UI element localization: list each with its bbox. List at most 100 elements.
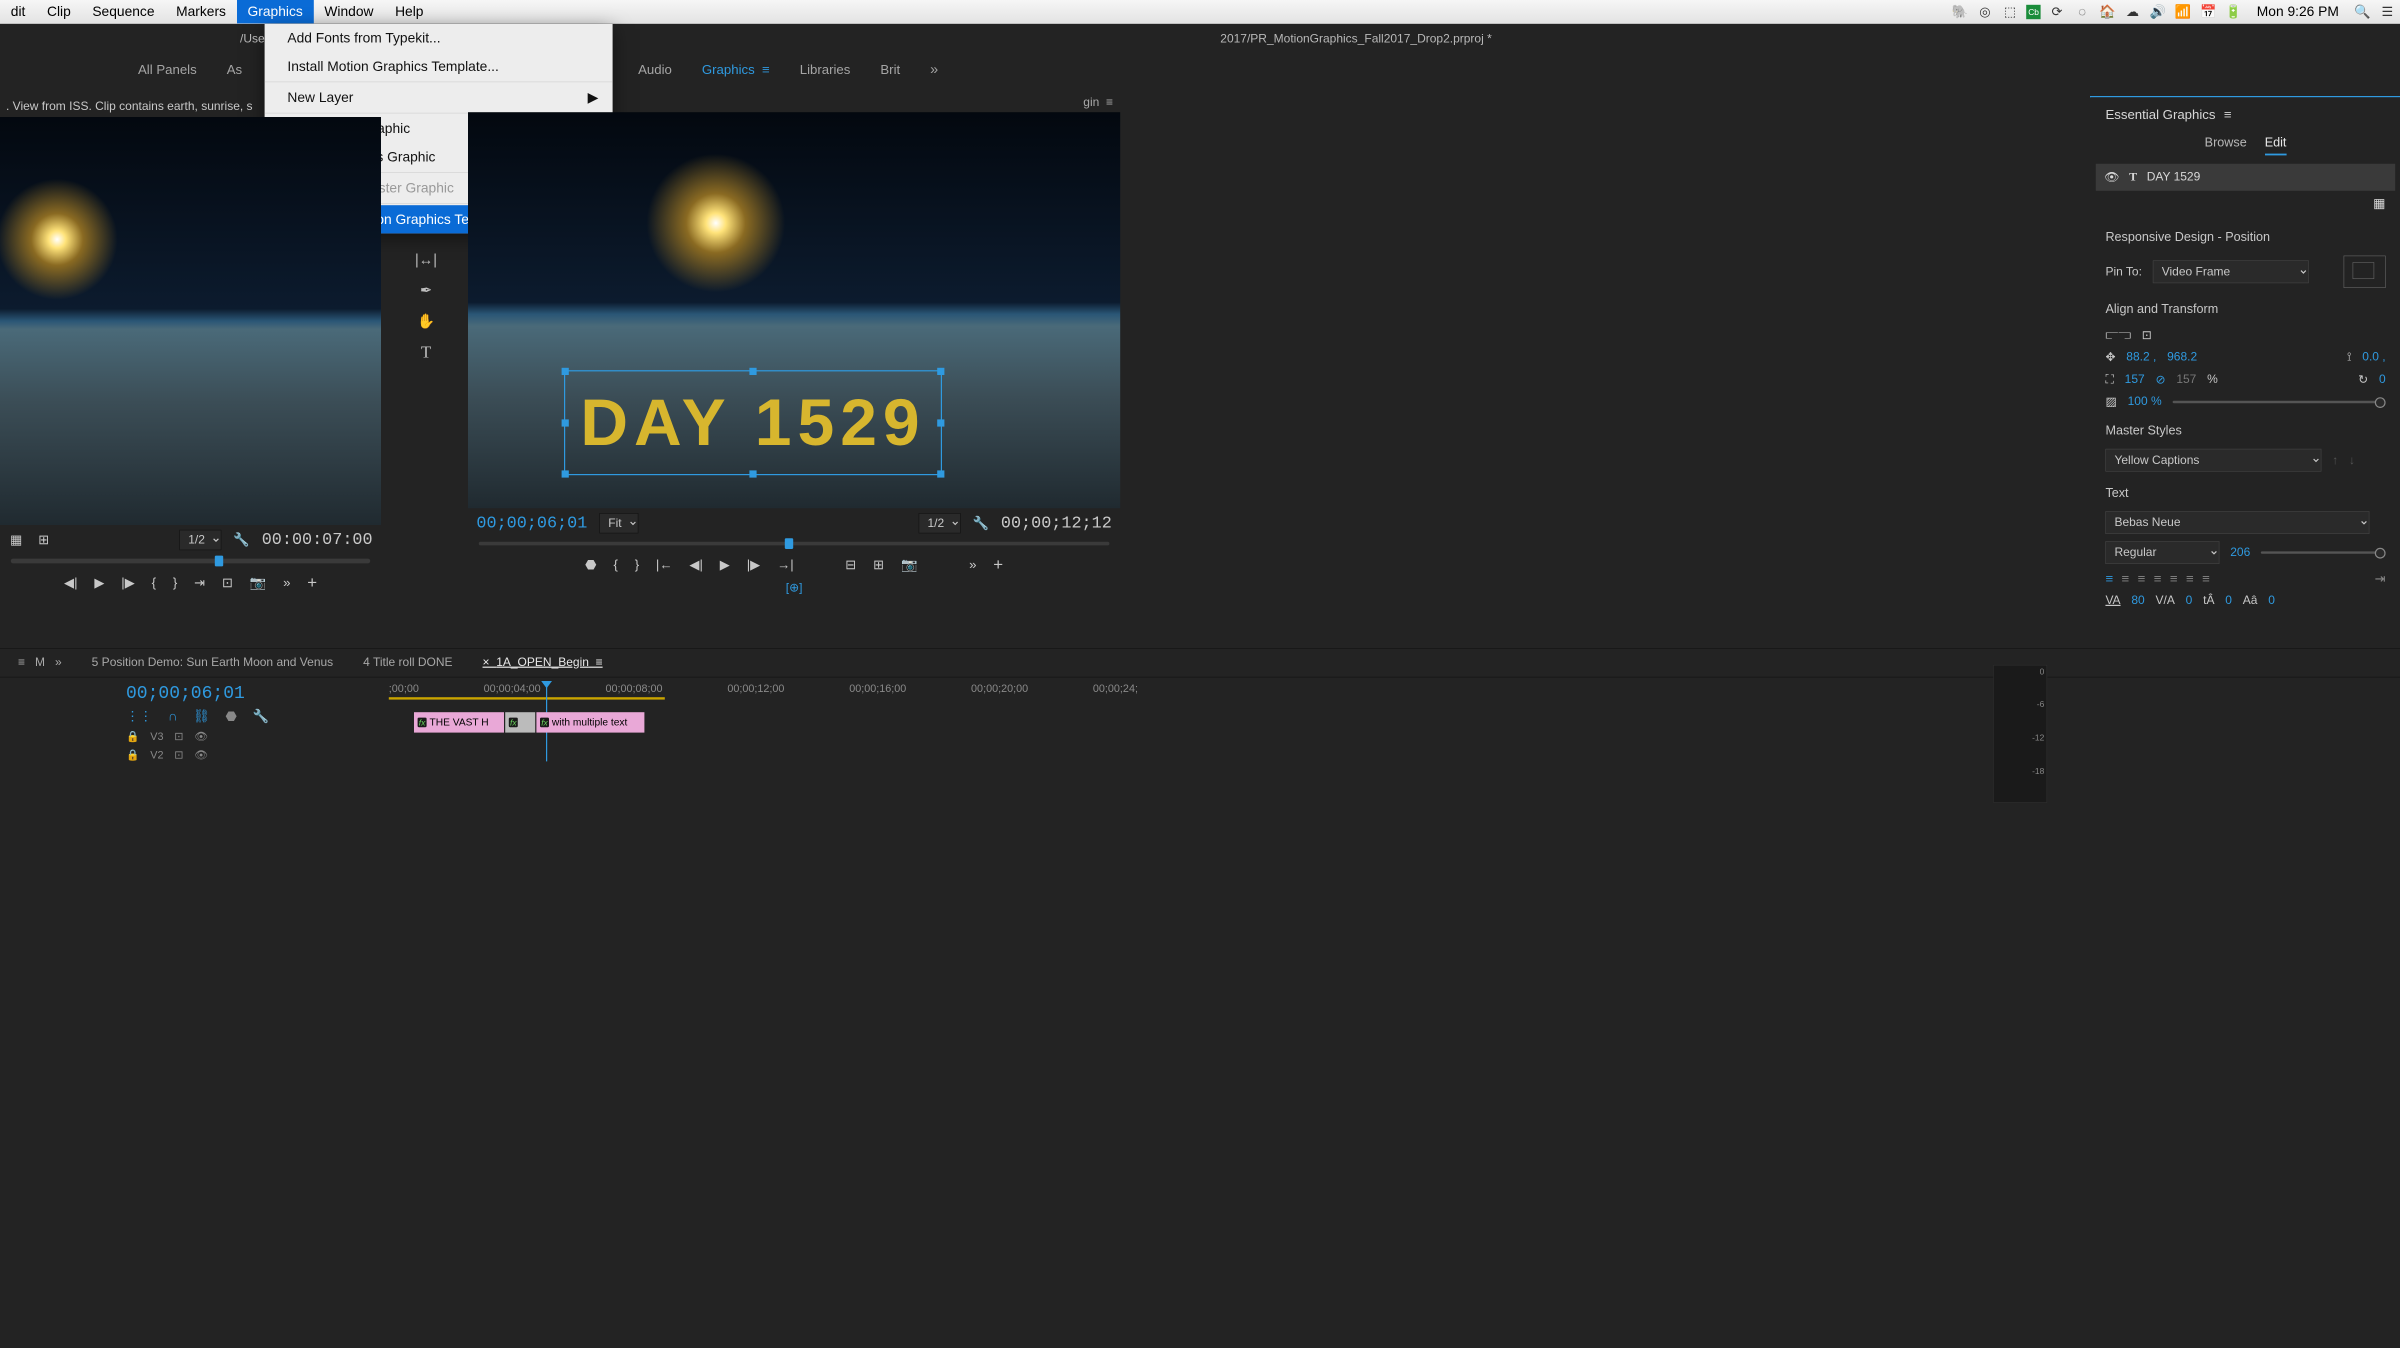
- play-icon[interactable]: ▶: [720, 557, 730, 573]
- seq-tab-2[interactable]: × 1A_OPEN_Begin ≡: [483, 656, 603, 670]
- ws-graphics[interactable]: Graphics ≡: [702, 62, 770, 78]
- play-icon[interactable]: ▶: [94, 575, 104, 591]
- step-back-icon[interactable]: ◀|: [689, 557, 703, 573]
- menu-clip[interactable]: Clip: [36, 0, 81, 23]
- mark-in-icon[interactable]: {: [152, 575, 156, 591]
- opacity-icon[interactable]: ▨: [2105, 394, 2116, 409]
- push-style-up-icon[interactable]: ↑: [2332, 453, 2338, 467]
- in-icon[interactable]: {: [613, 557, 617, 573]
- spotlight-icon[interactable]: 🔍: [2353, 3, 2371, 21]
- ws-assembly[interactable]: As: [227, 62, 242, 78]
- track-v3[interactable]: 🔒V3⊡👁: [126, 730, 384, 743]
- overflow-icon[interactable]: »: [283, 575, 290, 591]
- anchor-val[interactable]: 0.0 ,: [2362, 350, 2385, 364]
- goto-out-icon[interactable]: →|: [777, 557, 794, 573]
- step-fwd-icon[interactable]: |▶: [747, 557, 761, 573]
- opacity-slider[interactable]: [2172, 401, 2385, 403]
- align-center-icon[interactable]: ≡: [2122, 571, 2130, 587]
- type-tool-icon[interactable]: T: [421, 343, 431, 362]
- safe-margins-icon[interactable]: ⊞: [36, 532, 52, 548]
- date-icon[interactable]: 📅: [2199, 3, 2217, 21]
- justify-all-icon[interactable]: ≡: [2202, 571, 2210, 587]
- extract-icon[interactable]: ⊞: [873, 557, 884, 573]
- eg-tab-edit[interactable]: Edit: [2265, 136, 2287, 156]
- eg-layer-row[interactable]: 👁 T DAY 1529: [2096, 164, 2395, 191]
- cloud-upload-icon[interactable]: ☁: [2124, 3, 2142, 21]
- font-size[interactable]: 206: [2230, 546, 2250, 560]
- ws-libraries[interactable]: Libraries: [800, 62, 851, 78]
- font-size-slider[interactable]: [2261, 551, 2386, 553]
- export-frame-icon[interactable]: 📷: [250, 575, 266, 591]
- scale-w[interactable]: 157: [2125, 373, 2145, 387]
- marker-add-icon[interactable]: ⬣: [225, 709, 237, 725]
- step-fwd-icon[interactable]: |▶: [121, 575, 135, 591]
- pin-grid[interactable]: [2344, 256, 2386, 288]
- program-in-tc[interactable]: 00;00;06;01: [476, 514, 587, 533]
- ws-overflow-icon[interactable]: »: [930, 61, 938, 78]
- eg-tab-browse[interactable]: Browse: [2205, 136, 2247, 156]
- source-viewport[interactable]: [0, 117, 381, 525]
- align-v-icon[interactable]: ⊡: [2142, 328, 2152, 343]
- rotation-icon[interactable]: ↻: [2358, 372, 2368, 387]
- settings-wrench-icon[interactable]: 🔧: [253, 709, 269, 725]
- menu-graphics[interactable]: Graphics: [237, 0, 314, 23]
- marker-icon[interactable]: ⬣: [585, 557, 597, 573]
- justify-last-left-icon[interactable]: ≡: [2154, 571, 2162, 587]
- menu-sequence[interactable]: Sequence: [82, 0, 166, 23]
- eye-icon[interactable]: 👁: [2104, 170, 2119, 185]
- timeline-tracks[interactable]: ;00;0000;00;04;0000;00;08;0000;00;12;000…: [384, 677, 2400, 761]
- wrench-icon[interactable]: 🔧: [233, 532, 249, 548]
- position-y[interactable]: 968.2: [2167, 350, 2197, 364]
- anchor-icon[interactable]: ⟟: [2347, 350, 2351, 364]
- tracking-val[interactable]: 0: [2186, 594, 2193, 608]
- program-out-tc[interactable]: 00;00;12;12: [1001, 514, 1112, 533]
- baseline-val[interactable]: 0: [2225, 594, 2232, 608]
- master-style-select[interactable]: Yellow Captions: [2105, 449, 2321, 472]
- justify-icon[interactable]: ≡: [2170, 571, 2178, 587]
- font-select[interactable]: Bebas Neue: [2105, 511, 2369, 534]
- cb-icon[interactable]: Cb: [2026, 5, 2040, 19]
- leading-val[interactable]: 0: [2268, 594, 2275, 608]
- wrench-icon[interactable]: 🔧: [972, 515, 988, 531]
- rotation-val[interactable]: 0: [2379, 373, 2386, 387]
- new-layer-icon[interactable]: ▦: [2373, 196, 2385, 211]
- pen-tool-icon[interactable]: ✒: [420, 282, 432, 299]
- export-frame-icon[interactable]: 📷: [901, 557, 917, 573]
- hand-tool-icon[interactable]: ✋: [417, 313, 435, 330]
- ws-audio[interactable]: Audio: [638, 62, 672, 78]
- add-button-icon[interactable]: +: [307, 573, 317, 592]
- menu-help[interactable]: Help: [384, 0, 434, 23]
- source-timecode[interactable]: 00:00:07:00: [262, 531, 373, 550]
- evernote-icon[interactable]: 🐘: [1951, 3, 1969, 21]
- link-icon[interactable]: ⊘: [2155, 372, 2165, 387]
- kerning-val[interactable]: 80: [2131, 594, 2144, 608]
- align-h-icon[interactable]: ⫍⫎: [2105, 328, 2131, 342]
- track-v2[interactable]: 🔒V2⊡👁: [126, 749, 384, 762]
- home-icon[interactable]: 🏠: [2098, 3, 2116, 21]
- seq-tab-1[interactable]: 4 Title roll DONE: [363, 656, 452, 670]
- dropbox-icon[interactable]: ⬚: [2001, 3, 2019, 21]
- step-back-icon[interactable]: ◀|: [64, 575, 78, 591]
- out-icon[interactable]: }: [635, 557, 639, 573]
- scale-icon[interactable]: ⛶: [2105, 373, 2113, 387]
- battery-icon[interactable]: 🔋: [2224, 3, 2242, 21]
- text-layer-selection[interactable]: DAY 1529: [564, 370, 942, 475]
- ws-brit[interactable]: Brit: [880, 62, 900, 78]
- width-tool-icon[interactable]: |↔|: [415, 252, 437, 269]
- menu-edit[interactable]: dit: [0, 0, 36, 23]
- program-resolution-select[interactable]: 1/2: [918, 513, 960, 533]
- wifi-icon[interactable]: 📶: [2174, 3, 2192, 21]
- tab-icon[interactable]: ⇥: [2375, 571, 2386, 587]
- ws-all-panels[interactable]: All Panels: [138, 62, 197, 78]
- clip-1[interactable]: fx: [505, 712, 535, 732]
- clip-0[interactable]: fxTHE VAST H: [414, 712, 504, 732]
- menubar-clock[interactable]: Mon 9:26 PM: [2246, 0, 2350, 23]
- volume-icon[interactable]: 🔊: [2149, 3, 2167, 21]
- clip-2[interactable]: fxwith multiple text: [536, 712, 644, 732]
- program-zoom-select[interactable]: Fit: [599, 513, 638, 533]
- goto-in-icon[interactable]: |←: [656, 557, 673, 573]
- settings-icon[interactable]: ▦: [8, 532, 24, 548]
- program-viewport[interactable]: DAY 1529: [468, 112, 1120, 508]
- add-button-icon[interactable]: +: [993, 555, 1003, 574]
- font-weight-select[interactable]: Regular: [2105, 541, 2219, 564]
